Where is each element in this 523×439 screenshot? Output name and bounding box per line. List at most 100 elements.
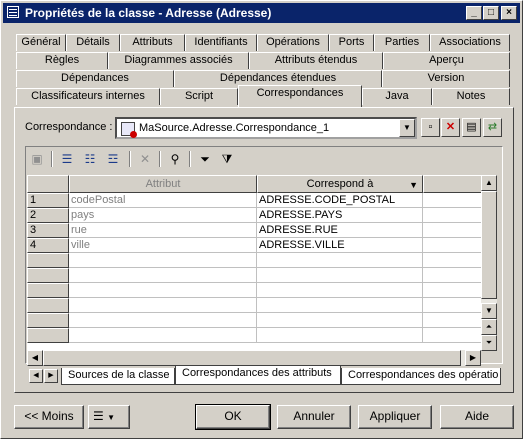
column-header-correspond[interactable]: Correspond à ▼: [257, 175, 423, 193]
help-button[interactable]: Aide: [440, 405, 514, 429]
cell-empty: [423, 208, 481, 223]
maximize-button[interactable]: □: [483, 6, 499, 20]
find-icon[interactable]: ⚲: [165, 150, 185, 168]
cell-correspond[interactable]: [257, 328, 423, 343]
tab-attributs[interactable]: Attributs: [120, 34, 185, 51]
mapping-properties-button[interactable]: ▤: [462, 118, 481, 137]
close-button[interactable]: ×: [501, 6, 517, 20]
properties-icon[interactable]: ▣: [27, 150, 47, 168]
tab-java[interactable]: Java: [362, 88, 432, 105]
cell-attribut[interactable]: [69, 283, 257, 298]
tab-version[interactable]: Version: [382, 70, 510, 87]
cell-correspond[interactable]: ADRESSE.PAYS: [257, 208, 423, 223]
cell-attribut[interactable]: [69, 328, 257, 343]
cell-correspond[interactable]: ADRESSE.CODE_POSTAL: [257, 193, 423, 208]
cell-attribut[interactable]: [69, 268, 257, 283]
chevron-down-icon[interactable]: ▼: [399, 119, 415, 137]
tab-correspondances-des-operations[interactable]: Correspondances des opératio: [341, 368, 501, 385]
insert-row-icon[interactable]: ☷: [80, 150, 100, 168]
delete-icon: ✕: [445, 121, 456, 133]
cell-attribut[interactable]: ville: [69, 238, 257, 253]
toolbar-separator: [129, 151, 131, 167]
delete-icon[interactable]: ✕: [135, 150, 155, 168]
row-header[interactable]: [27, 298, 69, 313]
cell-correspond[interactable]: [257, 268, 423, 283]
row-header[interactable]: 2: [27, 208, 69, 223]
scroll-right-icon[interactable]: ▶: [465, 350, 481, 366]
cell-attribut[interactable]: [69, 313, 257, 328]
tab-associations[interactable]: Associations: [430, 34, 510, 51]
cell-attribut[interactable]: [69, 253, 257, 268]
tab-scroll-left-icon[interactable]: ◀: [29, 369, 43, 383]
row-header[interactable]: [27, 313, 69, 328]
row-header[interactable]: [27, 268, 69, 283]
row-header[interactable]: [27, 253, 69, 268]
cell-attribut[interactable]: codePostal: [69, 193, 257, 208]
cell-correspond[interactable]: [257, 313, 423, 328]
tab-scroll-right-icon[interactable]: ▶: [44, 369, 58, 383]
tab-attributs-etendus[interactable]: Attributs étendus: [249, 52, 383, 69]
tab-correspondances-des-attributs[interactable]: Correspondances des attributs: [175, 366, 341, 385]
cell-attribut[interactable]: [69, 298, 257, 313]
row-header[interactable]: 1: [27, 193, 69, 208]
grid-vertical-scrollbar[interactable]: ▲ ▼ ⏶ ⏷: [481, 175, 497, 351]
scroll-left-icon[interactable]: ◀: [27, 350, 43, 366]
cell-attribut[interactable]: rue: [69, 223, 257, 238]
tab-identifiants[interactable]: Identifiants: [185, 34, 257, 51]
tab-diagrammes-associes[interactable]: Diagrammes associés: [108, 52, 249, 69]
minimize-button[interactable]: _: [466, 6, 482, 20]
tab-sources-de-la-classe[interactable]: Sources de la classe: [61, 368, 175, 385]
column-header-attribut[interactable]: Attribut: [69, 175, 257, 193]
grid-horizontal-scrollbar[interactable]: ◀ ▶: [27, 350, 481, 366]
row-header[interactable]: [27, 283, 69, 298]
scroll-thumb-horizontal[interactable]: [43, 350, 461, 366]
row-header[interactable]: 4: [27, 238, 69, 253]
new-icon: ▫: [428, 121, 433, 133]
correspondance-select[interactable]: MaSource.Adresse.Correspondance_1 ▼: [115, 117, 417, 139]
scroll-up-icon[interactable]: ▲: [481, 175, 497, 191]
less-button[interactable]: << Moins: [14, 405, 84, 429]
delete-mapping-button[interactable]: ✕: [441, 118, 460, 137]
scroll-page-up-icon[interactable]: ⏶: [481, 319, 497, 335]
cell-empty: [423, 313, 481, 328]
tab-dependances[interactable]: Dépendances: [16, 70, 174, 87]
cancel-button[interactable]: Annuler: [277, 405, 351, 429]
attribute-mapping-grid[interactable]: Attribut Correspond à ▼ 1 codePostal ADRESS…: [27, 175, 481, 351]
tab-details[interactable]: Détails: [66, 34, 120, 51]
menu-button[interactable]: ☰ ▼: [88, 405, 130, 429]
tab-apercu[interactable]: Aperçu: [383, 52, 510, 69]
mapping-editor-button[interactable]: ⇄: [483, 118, 502, 137]
scroll-thumb[interactable]: [481, 191, 497, 299]
filter-icon[interactable]: ⏷: [195, 150, 215, 168]
cell-attribut[interactable]: pays: [69, 208, 257, 223]
apply-button[interactable]: Appliquer: [358, 405, 432, 429]
tab-parties[interactable]: Parties: [374, 34, 430, 51]
tab-notes[interactable]: Notes: [432, 88, 510, 105]
new-mapping-button[interactable]: ▫: [421, 118, 440, 137]
tab-correspondances[interactable]: Correspondances: [238, 85, 362, 107]
ok-button[interactable]: OK: [195, 404, 271, 430]
cell-correspond[interactable]: ADRESSE.VILLE: [257, 238, 423, 253]
tab-script[interactable]: Script: [160, 88, 238, 105]
list-menu-icon: ☰: [93, 409, 104, 423]
add-row-icon[interactable]: ☰: [57, 150, 77, 168]
cell-correspond[interactable]: [257, 298, 423, 313]
scroll-page-down-icon[interactable]: ⏷: [481, 335, 497, 351]
tab-general[interactable]: Général: [16, 34, 66, 51]
tab-classificateurs-internes[interactable]: Classificateurs internes: [16, 88, 160, 105]
tab-operations[interactable]: Opérations: [257, 34, 329, 51]
cell-correspond[interactable]: [257, 283, 423, 298]
cell-correspond[interactable]: ADRESSE.RUE: [257, 223, 423, 238]
scroll-down-icon[interactable]: ▼: [481, 303, 497, 319]
row-header[interactable]: 3: [27, 223, 69, 238]
tab-regles[interactable]: Règles: [16, 52, 108, 69]
add-mapping-icon[interactable]: ☲: [103, 150, 123, 168]
cell-empty: [423, 328, 481, 343]
row-header[interactable]: [27, 328, 69, 343]
cell-correspond[interactable]: [257, 253, 423, 268]
window-menu-icon[interactable]: [7, 6, 19, 18]
chevron-down-icon[interactable]: ▼: [409, 177, 418, 193]
title-bar[interactable]: Propriétés de la classe - Adresse (Adres…: [3, 3, 520, 23]
tab-ports[interactable]: Ports: [329, 34, 374, 51]
sort-filter-icon[interactable]: ⧩: [217, 150, 237, 168]
